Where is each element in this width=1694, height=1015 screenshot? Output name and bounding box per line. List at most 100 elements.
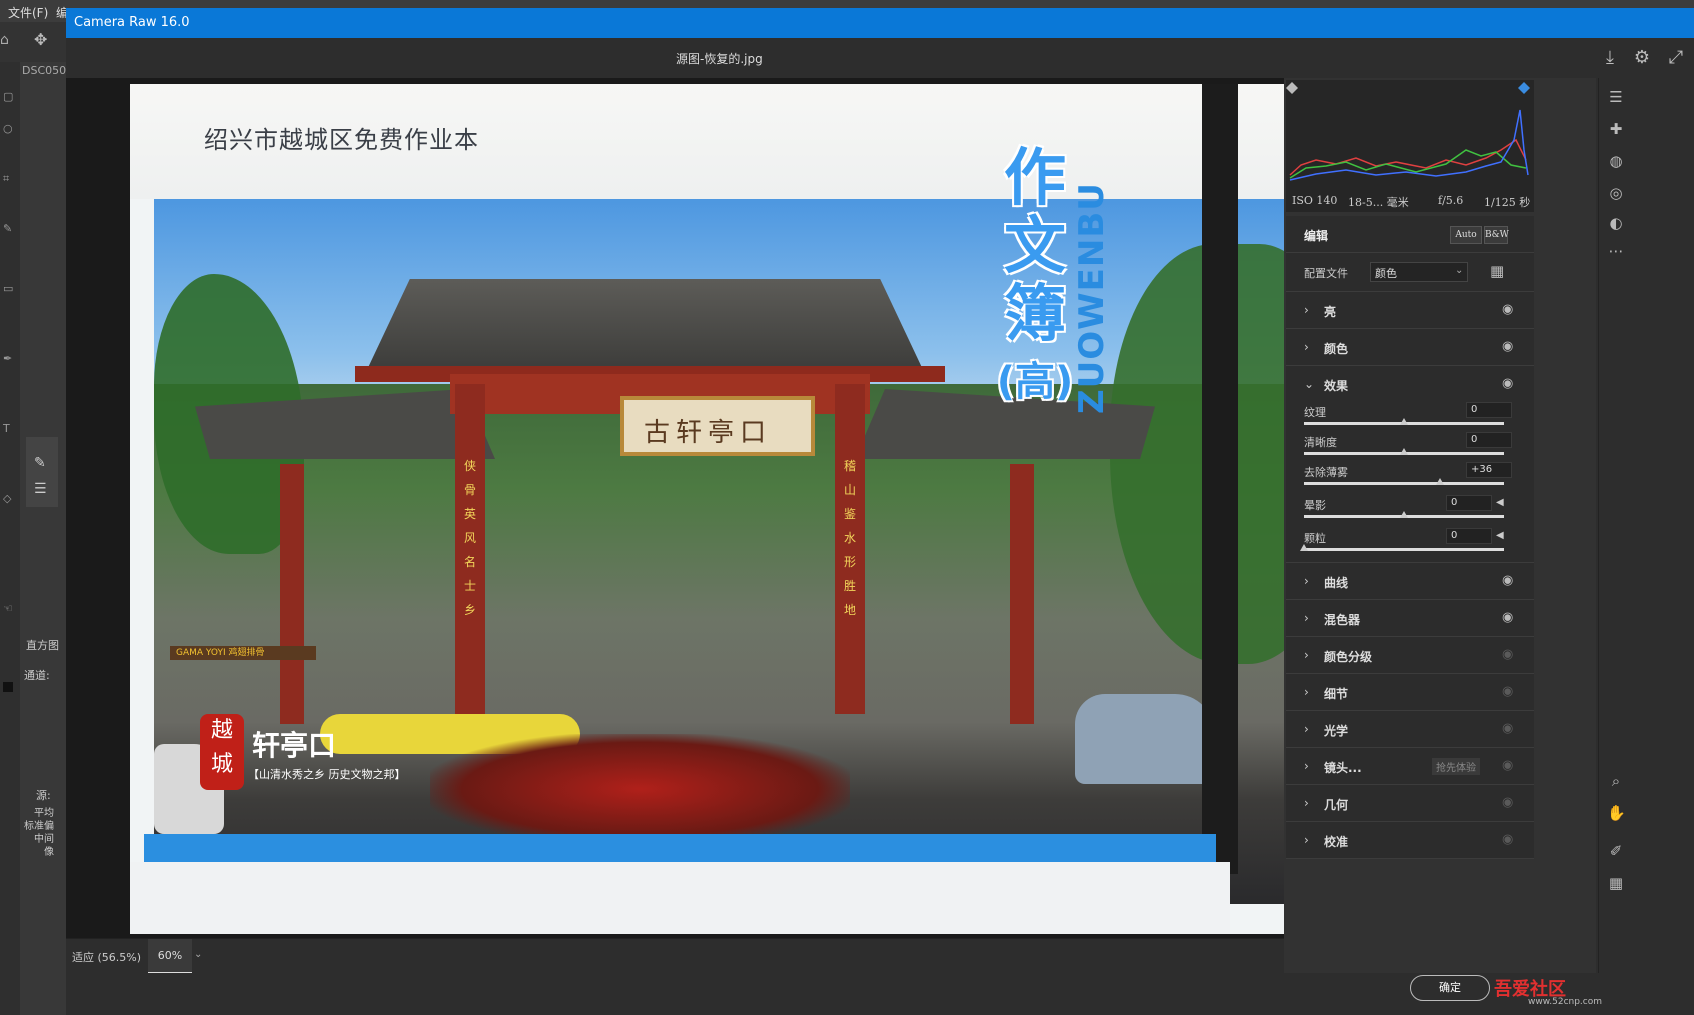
menu-file[interactable]: 文件(F) — [8, 4, 48, 21]
grain-slider-row: 颗粒 0 ◀ — [1300, 528, 1514, 558]
hand-tool-icon[interactable]: ☜ — [3, 602, 15, 616]
presets-icon[interactable]: ◐ — [1607, 214, 1625, 232]
slider-thumb[interactable] — [1436, 478, 1444, 485]
eye-icon[interactable]: ◉ — [1502, 339, 1513, 354]
text-tool-icon[interactable]: T — [3, 422, 15, 436]
expand-left-icon[interactable]: ◀ — [1496, 497, 1504, 508]
profile-select[interactable]: 颜色 ⌄ — [1370, 262, 1468, 282]
brush-mini-icon[interactable]: ✎ — [34, 455, 46, 471]
auto-button[interactable]: Auto — [1450, 226, 1482, 244]
window-title: Camera Raw 16.0 — [74, 15, 190, 30]
eye-icon[interactable]: ◉ — [1502, 832, 1513, 847]
doc-tab[interactable]: DSC050 — [22, 64, 66, 77]
eye-icon[interactable]: ◉ — [1502, 573, 1513, 588]
section-calibration[interactable]: › 校准 ◉ — [1286, 822, 1534, 859]
section-optics[interactable]: › 光学 ◉ — [1286, 711, 1534, 748]
section-light[interactable]: › 亮 ◉ — [1286, 292, 1534, 329]
fullscreen-icon[interactable]: ⤢ — [1666, 48, 1686, 68]
home-icon[interactable]: ⌂ — [0, 32, 9, 48]
section-label: 细节 — [1324, 687, 1349, 701]
profile-browser-icon[interactable]: ▦ — [1490, 262, 1504, 280]
scan-edge — [1202, 84, 1238, 874]
slider-label: 晕影 — [1304, 499, 1326, 512]
marquee-tool-icon[interactable]: ▢ — [3, 90, 15, 104]
zoom-field[interactable]: 60% — [148, 939, 192, 974]
dehaze-value-input[interactable]: +36 — [1466, 462, 1512, 478]
roof-main — [365, 279, 925, 374]
masking-icon[interactable]: ◍ — [1607, 152, 1625, 170]
eraser-tool-icon[interactable]: ▭ — [3, 282, 15, 296]
eye-icon[interactable]: ◉ — [1502, 302, 1513, 317]
hand-icon[interactable]: ✋ — [1607, 804, 1626, 822]
eye-icon[interactable]: ◉ — [1502, 758, 1513, 773]
histogram — [1286, 80, 1534, 190]
pillar-couplet-right: 稽山鉴水形胜地 — [843, 459, 856, 617]
grain-value-input[interactable]: 0 — [1446, 528, 1492, 544]
slider-thumb[interactable] — [1400, 418, 1408, 425]
more-icon[interactable]: ⋯ — [1607, 242, 1625, 260]
red-eye-icon[interactable]: ◎ — [1607, 184, 1625, 202]
section-geometry[interactable]: › 几何 ◉ — [1286, 785, 1534, 822]
crop-tool-icon[interactable]: ⌗ — [3, 172, 15, 186]
histogram-panel-tab[interactable]: 直方图 — [26, 637, 59, 653]
profile-label: 配置文件 — [1304, 267, 1348, 280]
pen-tool-icon[interactable]: ✒ — [3, 352, 15, 366]
section-label: 混色器 — [1324, 613, 1361, 627]
channel-label: 通道: — [24, 669, 50, 682]
eye-icon[interactable]: ◉ — [1502, 684, 1513, 699]
slider-label: 纹理 — [1304, 406, 1326, 419]
section-label: 颜色分级 — [1324, 650, 1373, 664]
shape-tool-icon[interactable]: ◇ — [3, 492, 15, 506]
eye-icon[interactable]: ◉ — [1502, 795, 1513, 810]
gear-icon[interactable]: ⚙ — [1632, 48, 1652, 68]
chevron-down-icon[interactable]: ⌄ — [1304, 377, 1314, 391]
ok-button[interactable]: 确定 — [1410, 975, 1490, 1001]
zoom-icon[interactable]: ⌕ — [1607, 772, 1625, 790]
slider-track[interactable] — [1304, 482, 1504, 485]
eye-icon[interactable]: ◉ — [1502, 610, 1513, 625]
chevron-right-icon: › — [1304, 722, 1309, 736]
eye-icon[interactable]: ◉ — [1502, 721, 1513, 736]
exif-aperture: f/5.6 — [1438, 194, 1464, 207]
histogram-graph — [1286, 82, 1530, 181]
dehaze-slider-row: 去除薄雾 +36 — [1304, 462, 1514, 492]
vignette-value-input[interactable]: 0 — [1446, 495, 1492, 511]
early-access-badge: 抢先体验 — [1432, 758, 1480, 775]
section-curve[interactable]: › 曲线 ◉ — [1286, 563, 1534, 600]
sliders-mini-icon[interactable]: ☰ — [34, 481, 47, 497]
section-lens-blur[interactable]: › 镜头... 抢先体验 ◉ — [1286, 748, 1534, 785]
exif-iso: ISO 140 — [1292, 194, 1338, 207]
foreground-color-swatch[interactable] — [3, 682, 13, 692]
section-color-grading[interactable]: › 颜色分级 ◉ — [1286, 637, 1534, 674]
slider-track[interactable] — [1304, 548, 1504, 551]
eyedropper-icon[interactable]: ✐ — [1607, 842, 1625, 860]
image-canvas[interactable]: 侠骨英风名士乡 稽山鉴水形胜地 古轩亭口 GAMA YOYI 鸡翅排骨 绍兴市越… — [66, 78, 1390, 938]
chevron-right-icon: › — [1304, 796, 1309, 810]
eye-icon[interactable]: ◉ — [1502, 376, 1513, 391]
grid-icon[interactable]: ▦ — [1607, 874, 1625, 892]
save-icon[interactable]: ⤓ — [1600, 48, 1620, 68]
section-detail[interactable]: › 细节 ◉ — [1286, 674, 1534, 711]
slider-thumb[interactable] — [1400, 448, 1408, 455]
slider-thumb[interactable] — [1300, 544, 1308, 551]
chevron-right-icon: › — [1304, 833, 1309, 847]
edit-sliders-icon[interactable]: ☰ — [1607, 88, 1625, 106]
slider-thumb[interactable] — [1400, 511, 1408, 518]
healing-icon[interactable]: ✚ — [1607, 120, 1625, 138]
move-tool-icon[interactable]: ✥ — [34, 30, 47, 49]
brush-tool-icon[interactable]: ✎ — [3, 222, 15, 236]
fit-zoom-button[interactable]: 适应 (56.5%) — [72, 949, 141, 965]
texture-value-input[interactable]: 0 — [1466, 402, 1512, 418]
expand-left-icon[interactable]: ◀ — [1496, 530, 1504, 541]
chevron-right-icon: › — [1304, 340, 1309, 354]
bw-button[interactable]: B&W — [1484, 226, 1509, 244]
lasso-tool-icon[interactable]: ○ — [3, 122, 15, 136]
title-bar: Camera Raw 16.0 — [66, 8, 1694, 38]
eye-icon[interactable]: ◉ — [1502, 647, 1513, 662]
chevron-right-icon: › — [1304, 574, 1309, 588]
zoom-dropdown-icon[interactable]: ⌄ — [194, 949, 202, 960]
clarity-value-input[interactable]: 0 — [1466, 432, 1512, 448]
section-color[interactable]: › 颜色 ◉ — [1286, 329, 1534, 366]
section-mixer[interactable]: › 混色器 ◉ — [1286, 600, 1534, 637]
seal-char: 城 — [210, 752, 233, 777]
